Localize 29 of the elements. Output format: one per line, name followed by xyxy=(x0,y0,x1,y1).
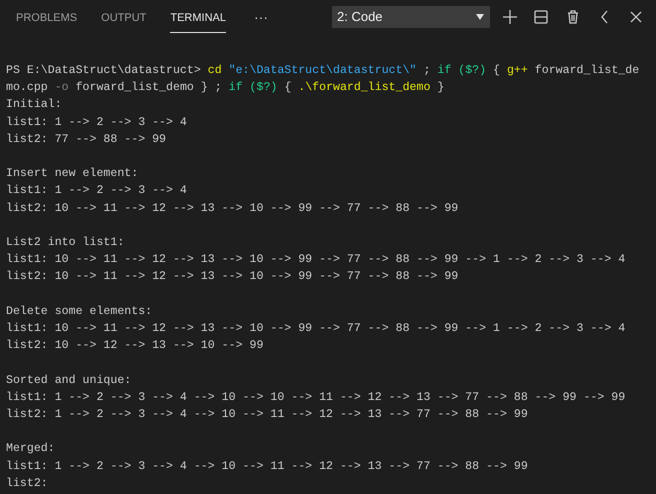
output-line: list2: xyxy=(6,476,49,492)
split-icon[interactable] xyxy=(533,9,550,25)
output-line: list2: 10 --> 11 --> 12 --> 13 --> 10 --> 99 --> 77 --> 88 --> 99 xyxy=(6,269,460,286)
caret-icon xyxy=(476,14,484,20)
output-line: list1: 1 --> 2 --> 3 --> 4 xyxy=(6,114,188,131)
command-line: PS E:\DataStruct\datastruct> cd "e:\DataStruct\datastruct\" ; if ($?) { g++ forward_list_demo.cpp -o forward_list_demo } ; if ($?) { .\forward_list_demo } xyxy=(6,63,640,96)
output-line: list2: 10 --> 11 --> 12 --> 13 --> 10 --> 99 --> 77 --> 88 --> 99 xyxy=(6,200,460,217)
output-line: list1: 1 --> 2 --> 3 --> 4 --> 10 --> 11 --> 12 --> 13 --> 77 --> 88 --> 99 xyxy=(6,458,529,475)
close-icon[interactable] xyxy=(628,9,644,25)
output-line: Sorted and unique: xyxy=(6,372,132,389)
output-line: list1: 1 --> 2 --> 3 --> 4 xyxy=(6,183,188,200)
output-line: list2: 10 --> 12 --> 13 --> 10 --> 99 xyxy=(6,338,264,354)
output-line: list1: 10 --> 11 --> 12 --> 13 --> 10 --> 99 --> 77 --> 88 --> 99 --> 1 --> 2 --> 3 --> 4 xyxy=(6,252,626,268)
output-line: list1: 1 --> 2 --> 3 --> 4 --> 10 --> 10 --> 11 --> 12 --> 13 --> 77 --> 88 --> 99 --> 99 xyxy=(6,390,626,406)
output-line: Insert new element: xyxy=(6,166,140,182)
panel-tab[interactable]: OUTPUT xyxy=(101,0,146,34)
panel-tab[interactable]: TERMINAL xyxy=(170,0,226,34)
output-line: list2: 77 --> 88 --> 99 xyxy=(6,132,168,148)
more-button[interactable]: ··· xyxy=(250,10,272,24)
panel-tab[interactable]: PROBLEMS xyxy=(16,0,78,34)
output-line: list1: 10 --> 11 --> 12 --> 13 --> 10 --> 99 --> 77 --> 88 --> 99 --> 1 --> 2 --> 3 --> 4 xyxy=(6,321,626,337)
select-value: 2: Code xyxy=(337,8,383,26)
output-line: Merged: xyxy=(6,441,56,458)
output-line: Initial: xyxy=(6,97,63,114)
output-line: Delete some elements: xyxy=(6,304,154,320)
plus-icon[interactable] xyxy=(502,9,518,25)
terminal-select[interactable]: 2: Code xyxy=(332,6,490,28)
output-line: List2 into list1: xyxy=(6,235,126,251)
output-line: list2: 1 --> 2 --> 3 --> 4 --> 10 --> 11 --> 12 --> 13 --> 77 --> 88 --> 99 xyxy=(6,407,529,423)
